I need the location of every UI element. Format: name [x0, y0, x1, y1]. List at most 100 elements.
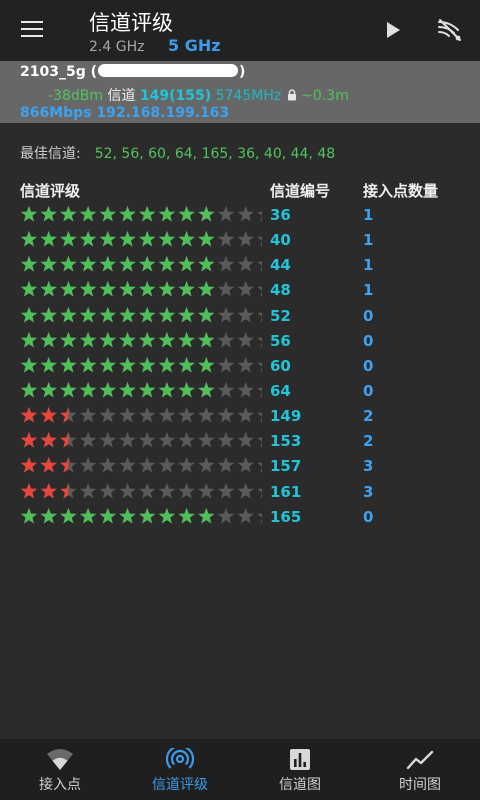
star-icon: [158, 231, 176, 247]
star-icon: [79, 482, 97, 499]
star-icon: [139, 306, 156, 323]
star-icon: [198, 381, 215, 398]
nav-item-time-graph[interactable]: 时间图: [360, 739, 480, 800]
star-icon: [178, 256, 195, 272]
star-rating: [20, 205, 262, 223]
star-rating: [20, 331, 262, 349]
star-icon: [99, 205, 116, 222]
menu-icon[interactable]: [18, 18, 48, 42]
link-info: 866Mbps 192.168.199.163: [20, 105, 229, 121]
star-icon: [178, 381, 195, 398]
ssid-suffix: ): [239, 64, 246, 80]
channel-rating-icon: [166, 748, 194, 769]
star-icon: [139, 381, 156, 398]
channel-value: 149(155): [139, 88, 212, 104]
nav-label: 接入点: [39, 777, 81, 793]
ap-count: 0: [363, 331, 374, 350]
nav-item-access-points[interactable]: 接入点: [0, 739, 120, 800]
star-icon: [119, 507, 136, 524]
star-icon: [60, 356, 77, 373]
star-icon: [20, 331, 38, 348]
star-rating: [20, 431, 262, 449]
star-icon: [178, 457, 195, 473]
star-icon: [237, 432, 254, 448]
star-icon: [158, 407, 176, 423]
star-icon: [198, 432, 215, 448]
star-icon: [158, 256, 176, 272]
star-icon: [217, 205, 235, 222]
star-icon: [198, 407, 215, 423]
star-icon: [79, 457, 97, 473]
nav-item-channel-rating[interactable]: 信道评级: [120, 739, 240, 800]
star-icon: [40, 306, 57, 323]
connection-details: -38dBm 信道 149(155) 5745MHz ~0.3m: [48, 85, 349, 105]
table-row: 60 0: [0, 353, 480, 378]
star-icon: [99, 306, 116, 323]
star-icon: [99, 507, 116, 524]
connection-info-panel: 2103_5g () -38dBm 信道 149(155) 5745MHz ~0.…: [0, 61, 480, 123]
top-app-bar: 信道评级 2.4 GHz 5 GHz: [0, 0, 480, 61]
star-icon: [119, 256, 136, 272]
wifi-icon: [47, 749, 73, 770]
star-icon: [40, 281, 57, 297]
table-row: 161 3: [0, 479, 480, 504]
ap-count: 3: [363, 457, 374, 476]
star-icon: [60, 306, 77, 323]
star-icon: [79, 381, 97, 398]
star-icon: [99, 432, 116, 448]
star-icon: [119, 306, 136, 323]
channel-number: 36: [270, 206, 291, 224]
star-icon: [198, 306, 215, 323]
star-icon: [40, 231, 57, 247]
star-icon: [60, 381, 77, 398]
star-icon: [20, 381, 38, 398]
star-icon: [60, 281, 77, 297]
band-5ghz-tab[interactable]: 5 GHz: [168, 36, 221, 55]
star-icon: [237, 407, 254, 423]
table-row: 52 0: [0, 303, 480, 328]
star-icon: [198, 256, 215, 272]
star-icon: [139, 432, 156, 448]
star-icon: [237, 482, 254, 499]
star-icon: [158, 205, 176, 222]
table-row: 56 0: [0, 328, 480, 353]
channel-number: 153: [270, 432, 302, 451]
star-icon: [79, 507, 97, 524]
page-title: 信道评级: [89, 11, 173, 35]
star-icon: [198, 457, 215, 473]
play-icon[interactable]: [383, 20, 403, 40]
star-icon: [257, 337, 262, 348]
star-icon: [20, 281, 38, 297]
channel-number: 52: [270, 306, 291, 325]
band-2-4ghz-tab[interactable]: 2.4 GHz: [89, 39, 144, 55]
star-icon: [40, 331, 57, 348]
ap-count: 0: [363, 507, 374, 526]
ap-count: 1: [363, 231, 374, 250]
star-rating: [20, 456, 262, 474]
channel-number: 40: [270, 231, 291, 250]
star-icon: [119, 331, 136, 348]
star-icon: [257, 312, 262, 323]
star-icon: [40, 256, 57, 272]
star-icon: [178, 432, 195, 448]
star-icon: [119, 457, 136, 473]
star-icon: [158, 356, 176, 373]
star-icon: [257, 236, 262, 247]
nav-item-channel-graph[interactable]: 信道图: [240, 739, 360, 800]
star-icon: [178, 306, 195, 323]
star-icon: [20, 457, 38, 473]
star-icon: [20, 231, 38, 247]
star-icon: [119, 205, 136, 222]
star-icon: [79, 331, 97, 348]
star-rating: [20, 507, 262, 525]
star-icon: [237, 356, 254, 373]
star-icon: [20, 306, 38, 323]
star-icon: [237, 306, 254, 323]
wifi-scan-icon[interactable]: [436, 16, 464, 44]
star-icon: [79, 205, 97, 222]
frequency: 5745MHz: [215, 88, 282, 104]
star-icon: [119, 231, 136, 247]
channel-number: 56: [270, 331, 291, 350]
star-rating: [20, 381, 262, 399]
link-speed: 866Mbps: [20, 105, 92, 121]
